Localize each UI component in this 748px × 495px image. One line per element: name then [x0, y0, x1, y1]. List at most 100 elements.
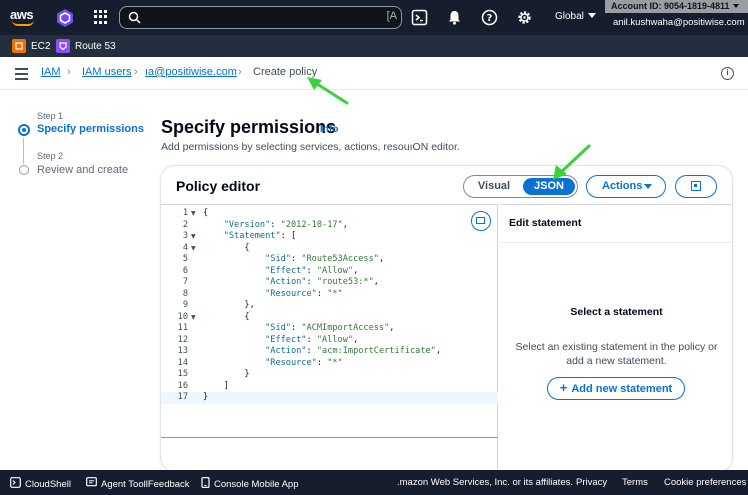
line-number: 1	[182, 208, 188, 218]
chevron-down-icon	[587, 13, 596, 18]
line-number: 7	[182, 277, 188, 287]
help-icon[interactable]: ?	[481, 9, 498, 26]
footer-console-mobile-app[interactable]: Console Mobile App	[201, 477, 299, 490]
favorites-bar: EC2 Route 53	[0, 35, 748, 57]
line-number: 9	[182, 300, 188, 310]
services-grid-icon[interactable]	[94, 10, 108, 24]
search-shortcut: [A	[386, 10, 397, 22]
code-line: 12 "Effect": "Allow",	[161, 335, 461, 347]
breadcrumb-chevron-icon: ›	[238, 66, 242, 78]
code-text: "Version": "2012-10-17",	[223, 219, 348, 230]
code-text: "Sid": "ACMImportAccess",	[265, 323, 395, 333]
bell-icon[interactable]	[446, 9, 463, 26]
ec2-icon	[12, 39, 26, 53]
favorite-label: EC2	[31, 40, 51, 52]
breadcrumb-bar: IAM › IAM users › ıa@positiwise.com › Cr…	[0, 57, 748, 90]
cloudshell-icon[interactable]	[411, 9, 428, 26]
chevron-down-icon	[644, 184, 652, 189]
favorite-ec2[interactable]: EC2	[12, 39, 50, 53]
footer-cookie-preferences-link[interactable]: Cookie preferences	[664, 477, 746, 488]
breadcrumb-iam-users[interactable]: IAM users	[82, 66, 132, 78]
line-number: 5	[182, 254, 188, 264]
footer-terms-link[interactable]: Terms	[622, 477, 648, 488]
code-text: "Action": "route53:*",	[265, 277, 379, 287]
code-text: {	[203, 242, 250, 253]
fold-toggle-icon[interactable]: ▼	[191, 243, 196, 255]
footer-privacy-link[interactable]: Privacy	[576, 477, 607, 488]
code-line: 14 "Resource": "*"	[161, 358, 461, 370]
select-statement-description: Select an existing statement in the poli…	[515, 341, 718, 367]
breadcrumb-chevron-icon: ›	[134, 66, 138, 78]
step-2-name: Review and create	[37, 164, 129, 176]
code-line: 6 "Effect": "Allow",	[161, 266, 461, 278]
edit-statement-panel: Edit statement Select a statement Select…	[501, 204, 732, 471]
editor-divider	[161, 437, 498, 438]
code-text: "Resource": "*"	[265, 357, 343, 368]
actions-button[interactable]: Actions	[586, 175, 666, 198]
code-line: 5 "Sid": "Route53Access",	[161, 254, 461, 266]
line-number: 17	[177, 392, 188, 402]
side-panel-header: Edit statement	[501, 205, 732, 243]
menu-icon[interactable]	[15, 68, 28, 80]
fold-toggle-icon[interactable]: ▼	[191, 231, 196, 243]
code-text: "Resource": "*"	[265, 288, 343, 299]
line-number: 4	[182, 242, 188, 253]
breadcrumb-user[interactable]: ıa@positiwise.com	[145, 66, 237, 78]
favorite-route53[interactable]: Route 53	[56, 39, 116, 53]
favorite-label: Route 53	[75, 40, 116, 52]
breadcrumb-chevron-icon: ›	[67, 66, 71, 78]
footer-mobile-label: Console Mobile App	[214, 479, 299, 490]
code-text: "Action": "acm:ImportCertificate",	[265, 346, 442, 356]
breadcrumb-current: Create policy	[253, 66, 318, 78]
code-line: 10 ▼ {	[161, 312, 461, 324]
console-footer: CloudShell Agent ToollFeedback Console M…	[0, 470, 748, 495]
line-number: 2	[182, 219, 188, 230]
step-connector	[23, 138, 24, 164]
line-number: 13	[177, 346, 188, 356]
mobile-icon	[201, 477, 210, 489]
line-number: 6	[182, 265, 188, 276]
tab-visual[interactable]: Visual	[466, 178, 522, 195]
line-number: 8	[182, 288, 188, 299]
route53-icon	[56, 39, 70, 53]
fold-toggle-icon[interactable]: ▼	[191, 312, 196, 324]
aws-logo[interactable]: aws	[10, 6, 38, 28]
json-code-editor[interactable]: 1 ▼{2 "Version": "2012-10-17", 3 ▼ "Stateme…	[161, 204, 498, 471]
actions-label: Actions	[602, 180, 643, 192]
format-code-button[interactable]	[471, 211, 491, 231]
region-selector[interactable]: Global	[555, 11, 596, 22]
add-statement-label: Add new statement	[571, 383, 673, 395]
footer-agent-feedback[interactable]: Agent ToollFeedback	[86, 477, 190, 490]
info-link[interactable]: Info	[320, 124, 338, 135]
amazon-q-hex-icon[interactable]	[55, 8, 75, 28]
search-box[interactable]: [A	[119, 6, 402, 29]
code-text: {	[203, 208, 209, 218]
step-1-name[interactable]: Specify permissions	[37, 123, 144, 135]
code-text: }	[203, 392, 209, 402]
line-number: 12	[177, 334, 188, 345]
code-line: 11 "Sid": "ACMImportAccess",	[161, 323, 461, 335]
code-line: 8 "Resource": "*"	[161, 289, 461, 301]
fold-toggle-icon[interactable]: ▼	[191, 208, 196, 220]
info-icon[interactable]: i	[721, 67, 734, 80]
user-email[interactable]: anil.kushwaha@positiwise.com	[613, 17, 745, 28]
breadcrumb-iam[interactable]: IAM	[41, 66, 61, 78]
code-line: 7 "Action": "route53:*",	[161, 277, 461, 289]
keyboard-icon	[476, 217, 485, 224]
select-statement-title: Select a statement	[570, 306, 663, 318]
footer-agent-label: Agent ToollFeedback	[101, 479, 190, 490]
search-input[interactable]	[148, 9, 378, 26]
gear-icon[interactable]	[516, 9, 533, 26]
add-new-statement-button[interactable]: + Add new statement	[547, 377, 685, 400]
step-1-indicator-icon	[18, 124, 30, 136]
region-label: Global	[555, 11, 584, 22]
account-id-badge[interactable]: Account ID: 9054-1819-4811	[605, 0, 748, 13]
step-1-label: Step 1	[37, 111, 64, 121]
toggle-panel-button[interactable]	[675, 175, 717, 198]
code-line: 3 ▼ "Statement": [	[161, 231, 461, 243]
footer-cloudshell[interactable]: CloudShell	[10, 477, 71, 490]
code-line: 17}	[161, 392, 461, 404]
tab-json[interactable]: JSON	[523, 178, 575, 195]
step-2-indicator-icon	[19, 165, 29, 175]
code-line: 15 }	[161, 369, 461, 381]
